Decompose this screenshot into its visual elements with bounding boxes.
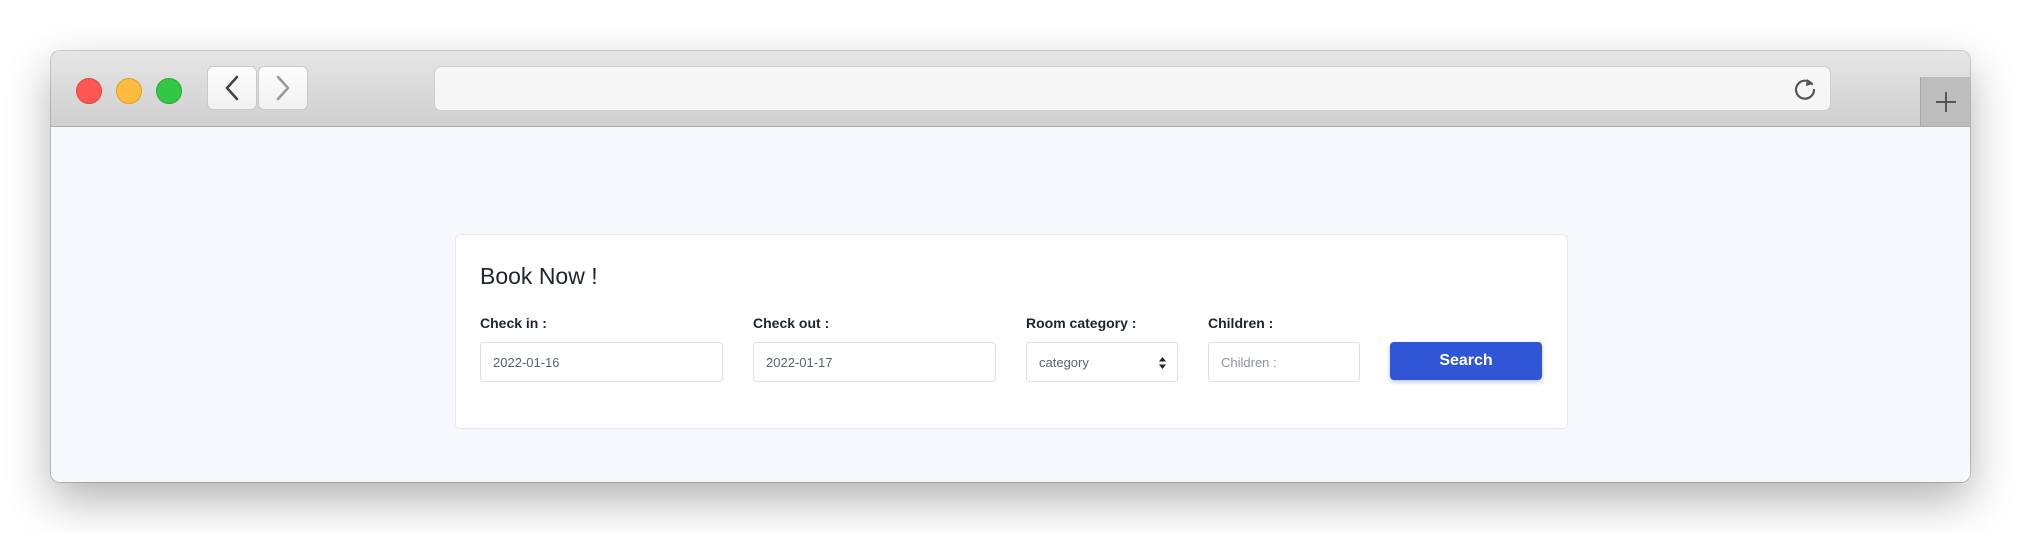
browser-titlebar	[51, 51, 1970, 127]
children-label: Children :	[1208, 315, 1274, 331]
check-in-input[interactable]: 2022-01-16	[480, 342, 723, 382]
check-in-value: 2022-01-16	[493, 354, 560, 370]
check-out-value: 2022-01-17	[766, 354, 833, 370]
room-category-label: Room category :	[1026, 315, 1137, 331]
room-category-select[interactable]: category	[1026, 342, 1178, 382]
page-title: Book Now !	[480, 263, 598, 289]
reload-icon[interactable]	[1792, 76, 1818, 102]
forward-button[interactable]	[258, 66, 308, 110]
check-out-label: Check out :	[753, 315, 830, 331]
chevron-left-icon	[225, 75, 239, 101]
room-category-value: category	[1039, 354, 1089, 370]
select-arrows-icon	[1159, 357, 1166, 369]
children-placeholder: Children :	[1221, 354, 1277, 370]
check-in-label: Check in :	[480, 315, 547, 331]
new-tab-button[interactable]	[1920, 77, 1970, 126]
children-input[interactable]: Children :	[1208, 342, 1360, 382]
booking-card: Book Now ! Check in : 2022-01-16 Check o…	[455, 234, 1568, 429]
plus-icon	[1935, 91, 1956, 112]
back-button[interactable]	[207, 66, 257, 110]
maximize-window-button[interactable]	[156, 78, 182, 104]
check-out-input[interactable]: 2022-01-17	[753, 342, 996, 382]
browser-window: Book Now ! Check in : 2022-01-16 Check o…	[51, 51, 1970, 482]
address-bar[interactable]	[434, 66, 1831, 111]
close-window-button[interactable]	[76, 78, 102, 104]
chevron-right-icon	[276, 75, 290, 101]
search-button[interactable]: Search	[1390, 342, 1542, 380]
page-content: Book Now ! Check in : 2022-01-16 Check o…	[51, 127, 1970, 482]
minimize-window-button[interactable]	[116, 78, 142, 104]
